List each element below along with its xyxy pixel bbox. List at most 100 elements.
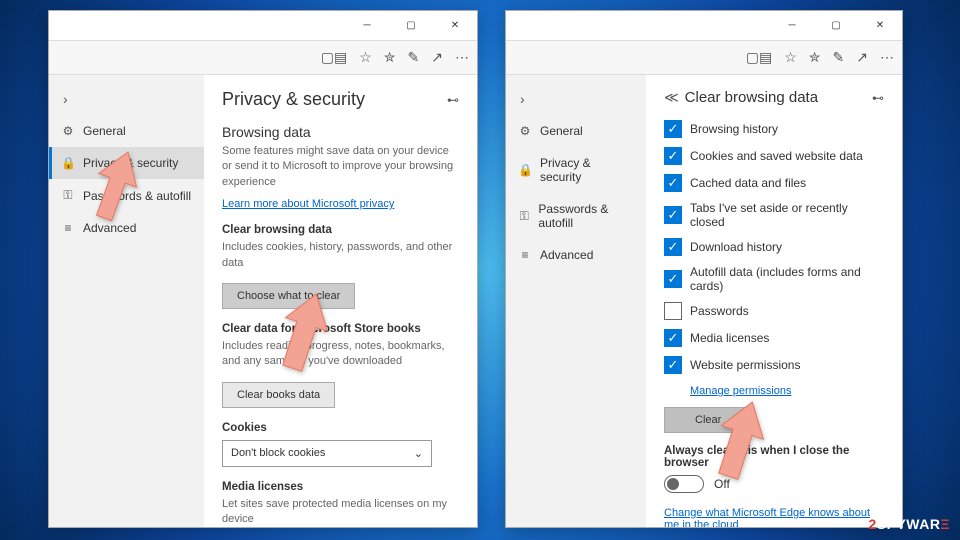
sidebar-item-label: General bbox=[83, 124, 126, 138]
panel-title: Privacy & security bbox=[222, 89, 365, 110]
sidebar-item-general[interactable]: ⚙General bbox=[506, 115, 646, 147]
favorites-list-icon[interactable]: ✮ bbox=[384, 49, 396, 66]
back-arrow[interactable]: › bbox=[506, 83, 646, 115]
checkbox[interactable]: ✓ bbox=[664, 329, 682, 347]
store-books-desc: Includes reading progress, notes, bookma… bbox=[222, 339, 459, 370]
favorite-icon[interactable]: ☆ bbox=[359, 49, 372, 66]
settings-panel: Privacy & security ⊷ Browsing data Some … bbox=[204, 75, 477, 527]
toggle-label: Off bbox=[714, 477, 730, 491]
clear-button[interactable]: Clear bbox=[664, 407, 752, 433]
store-books-title: Clear data for Microsoft Store books bbox=[222, 323, 459, 335]
maximize-button[interactable]: ▢ bbox=[389, 11, 433, 41]
checkbox[interactable] bbox=[664, 302, 682, 320]
checkbox[interactable]: ✓ bbox=[664, 356, 682, 374]
sidebar-item-privacy[interactable]: 🔒Privacy & security bbox=[506, 147, 646, 193]
checkbox[interactable]: ✓ bbox=[664, 206, 682, 224]
key-icon: ⚿ bbox=[518, 209, 530, 224]
sidebar-item-general[interactable]: ⚙ General bbox=[49, 115, 204, 147]
sidebar-item-passwords[interactable]: ⚿ Passwords & autofill bbox=[506, 193, 646, 239]
cookies-value: Don't block cookies bbox=[231, 447, 325, 459]
panel-title: Clear browsing data bbox=[685, 89, 818, 106]
section-desc: Some features might save data on your de… bbox=[222, 144, 459, 190]
check-row[interactable]: ✓ Media licenses bbox=[664, 329, 884, 347]
sidebar-item-passwords[interactable]: ⚿Passwords & autofill bbox=[49, 179, 204, 212]
notes-icon[interactable]: ✎ bbox=[408, 49, 420, 66]
checkbox[interactable]: ✓ bbox=[664, 270, 682, 288]
favorites-list-icon[interactable]: ✮ bbox=[809, 49, 821, 66]
check-row[interactable]: ✓ Download history bbox=[664, 238, 884, 256]
gear-icon: ⚙ bbox=[61, 124, 75, 138]
settings-sidebar: › ⚙ General 🔒Privacy & security ⚿Password… bbox=[49, 75, 204, 527]
checkbox[interactable]: ✓ bbox=[664, 120, 682, 138]
check-label: Download history bbox=[690, 240, 782, 254]
maximize-button[interactable]: ▢ bbox=[814, 11, 858, 41]
reading-view-icon[interactable]: ▢▤ bbox=[746, 49, 772, 66]
cookies-select[interactable]: Don't block cookies⌄ bbox=[222, 440, 432, 467]
check-label: Passwords bbox=[690, 304, 749, 318]
always-clear-toggle[interactable] bbox=[664, 475, 704, 493]
share-icon[interactable]: ↗ bbox=[856, 49, 868, 66]
checkbox[interactable]: ✓ bbox=[664, 174, 682, 192]
manage-permissions-link[interactable]: Manage permissions bbox=[690, 385, 792, 397]
check-label: Media licenses bbox=[690, 331, 769, 345]
clear-data-panel: ≪ Clear browsing data ⊷ ✓ Browsing history… bbox=[646, 75, 902, 527]
address-bar: ▢▤ ☆ ✮ ✎ ↗ ⋯ bbox=[506, 41, 902, 75]
minimize-button[interactable]: ─ bbox=[345, 11, 389, 41]
lock-icon: 🔒 bbox=[61, 156, 75, 170]
check-row[interactable]: ✓ Autofill data (includes forms and cards… bbox=[664, 265, 884, 293]
sidebar-item-label: Passwords & autofill bbox=[538, 202, 634, 230]
sidebar-item-label: Privacy & security bbox=[540, 156, 634, 184]
cloud-link[interactable]: Change what Microsoft Edge knows about m… bbox=[664, 507, 884, 527]
minimize-button[interactable]: ─ bbox=[770, 11, 814, 41]
checkbox[interactable]: ✓ bbox=[664, 238, 682, 256]
notes-icon[interactable]: ✎ bbox=[833, 49, 845, 66]
sliders-icon: ≡ bbox=[61, 221, 75, 235]
sidebar-item-advanced[interactable]: ≡ Advanced bbox=[49, 212, 204, 244]
check-row[interactable]: ✓ Cached data and files bbox=[664, 174, 884, 192]
sidebar-item-label: Advanced bbox=[83, 221, 136, 235]
check-row[interactable]: ✓ Cookies and saved website data bbox=[664, 147, 884, 165]
check-row[interactable]: ✓ Tabs I've set aside or recently closed bbox=[664, 201, 884, 229]
clear-data-desc: Includes cookies, history, passwords, an… bbox=[222, 240, 459, 271]
check-label: Website permissions bbox=[690, 358, 800, 372]
pin-icon[interactable]: ⊷ bbox=[447, 93, 459, 107]
sidebar-item-advanced[interactable]: ≡ Advanced bbox=[506, 239, 646, 271]
sidebar-item-label: Advanced bbox=[540, 248, 593, 262]
sidebar-item-label: General bbox=[540, 124, 583, 138]
sliders-icon: ≡ bbox=[518, 248, 532, 262]
back-arrow[interactable]: › bbox=[49, 83, 204, 115]
close-button[interactable]: ✕ bbox=[858, 11, 902, 41]
check-label: Cached data and files bbox=[690, 176, 806, 190]
choose-clear-button[interactable]: Choose what to clear bbox=[222, 283, 355, 309]
more-icon[interactable]: ⋯ bbox=[880, 49, 894, 66]
check-row[interactable]: ✓ Browsing history bbox=[664, 120, 884, 138]
more-icon[interactable]: ⋯ bbox=[455, 49, 469, 66]
check-label: Autofill data (includes forms and cards) bbox=[690, 265, 884, 293]
pin-icon[interactable]: ⊷ bbox=[872, 91, 884, 105]
content-area: › ⚙General 🔒Privacy & security ⚿Password… bbox=[49, 75, 477, 527]
clear-books-button[interactable]: Clear books data bbox=[222, 382, 335, 408]
check-label: Browsing history bbox=[690, 122, 778, 136]
check-row[interactable]: ✓ Website permissions bbox=[664, 356, 884, 374]
close-button[interactable]: ✕ bbox=[433, 11, 477, 41]
sidebar-item-privacy[interactable]: 🔒Privacy & security bbox=[49, 147, 204, 179]
key-icon: ⚿ bbox=[61, 188, 75, 203]
watermark: 2SPYWARΞ bbox=[869, 516, 951, 532]
settings-window-left: ─ ▢ ✕ ▢▤ ☆ ✮ ✎ ↗ ⋯ › ⚙General 🔒Privacy &… bbox=[48, 10, 478, 528]
checkbox[interactable]: ✓ bbox=[664, 147, 682, 165]
back-chevron-icon[interactable]: ≪ bbox=[664, 89, 679, 106]
address-bar: ▢▤ ☆ ✮ ✎ ↗ ⋯ bbox=[49, 41, 477, 75]
reading-view-icon[interactable]: ▢▤ bbox=[321, 49, 347, 66]
always-clear-title: Always clear this when I close the brows… bbox=[664, 445, 884, 469]
favorite-icon[interactable]: ☆ bbox=[784, 49, 797, 66]
privacy-learn-link[interactable]: Learn more about Microsoft privacy bbox=[222, 198, 394, 210]
titlebar: ─ ▢ ✕ bbox=[49, 11, 477, 41]
section-title: Browsing data bbox=[222, 124, 459, 140]
check-label: Tabs I've set aside or recently closed bbox=[690, 201, 884, 229]
clear-data-title: Clear browsing data bbox=[222, 224, 459, 236]
content-area: › ⚙General 🔒Privacy & security ⚿ Password… bbox=[506, 75, 902, 527]
check-row[interactable]: Passwords bbox=[664, 302, 884, 320]
share-icon[interactable]: ↗ bbox=[431, 49, 443, 66]
settings-sidebar: › ⚙General 🔒Privacy & security ⚿ Password… bbox=[506, 75, 646, 527]
check-label: Cookies and saved website data bbox=[690, 149, 863, 163]
